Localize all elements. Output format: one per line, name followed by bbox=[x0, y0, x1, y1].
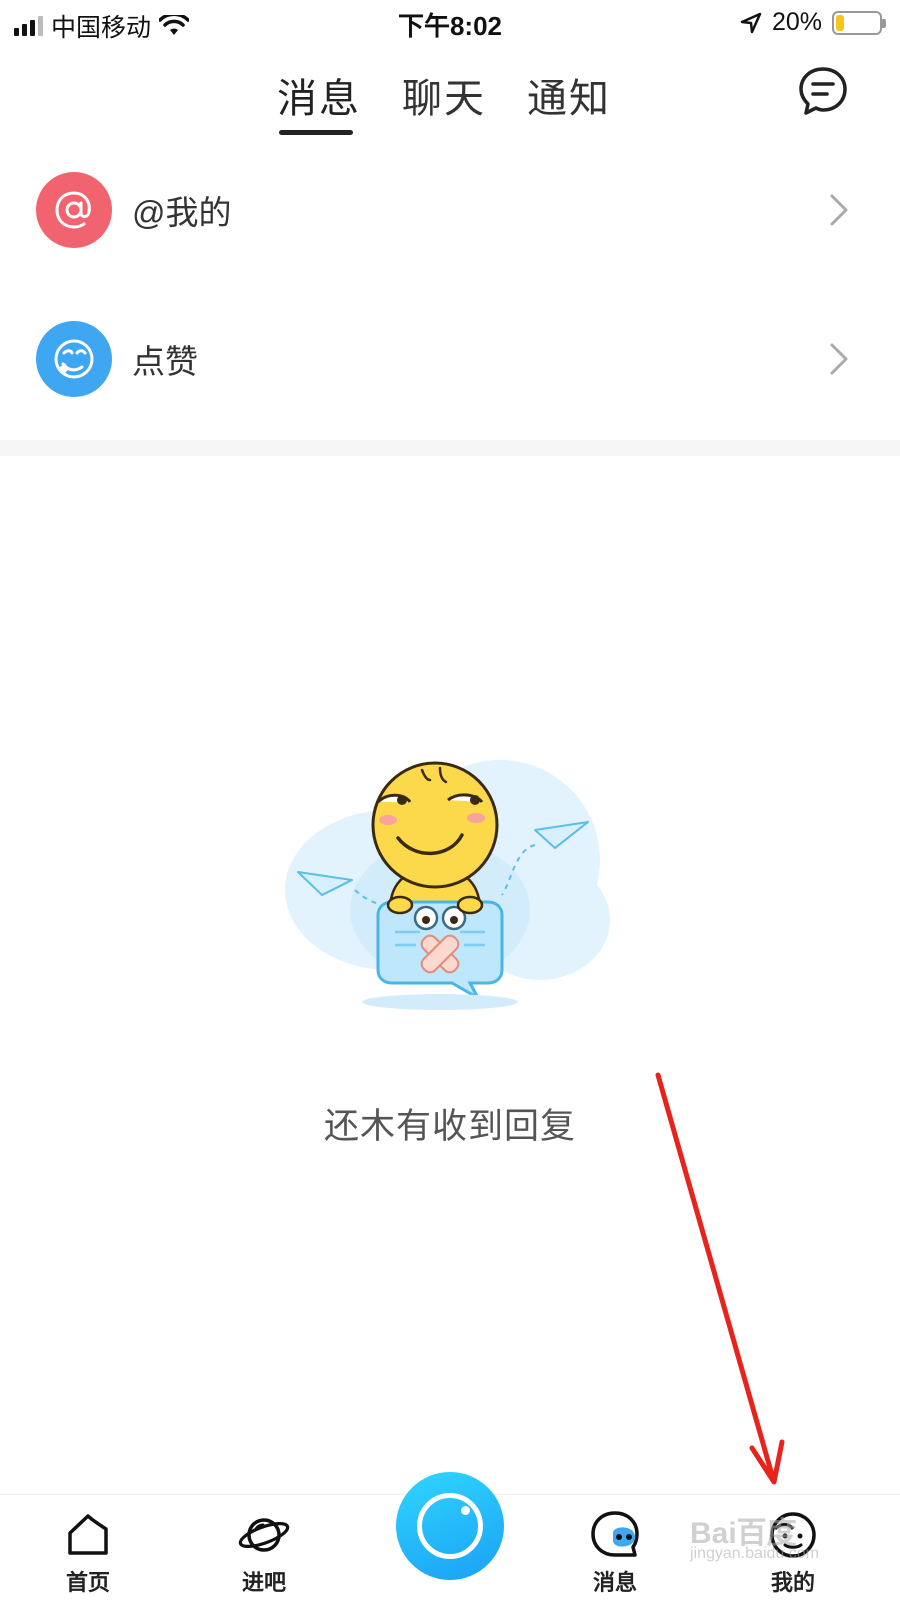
empty-state-illustration bbox=[285, 760, 610, 1010]
at-icon bbox=[36, 172, 112, 248]
section-divider bbox=[0, 440, 900, 456]
battery-icon bbox=[832, 10, 886, 35]
camera-button[interactable] bbox=[396, 1472, 504, 1580]
camera-icon bbox=[417, 1493, 483, 1559]
tab-messages[interactable]: 消息 bbox=[277, 66, 361, 124]
status-bar: 中国移动 下午8:02 20% bbox=[0, 0, 900, 48]
nav-label: 进吧 bbox=[241, 1570, 286, 1595]
status-right: 20% bbox=[740, 8, 886, 37]
nav-forum[interactable]: 进吧 bbox=[219, 1509, 309, 1597]
tab-notifications[interactable]: 通知 bbox=[527, 66, 611, 124]
home-icon bbox=[68, 1514, 108, 1555]
battery-level-fill bbox=[836, 14, 845, 31]
nav-messages[interactable]: 消息 bbox=[570, 1509, 660, 1597]
battery-percent: 20% bbox=[771, 8, 822, 36]
list-item-label: 点赞 bbox=[132, 343, 198, 380]
nav-label: 消息 bbox=[592, 1570, 637, 1595]
chevron-right-icon bbox=[830, 194, 848, 226]
chevron-right-icon bbox=[830, 343, 848, 375]
watermark-url: jingyan.baidu.com bbox=[690, 1545, 819, 1562]
like-face-icon bbox=[36, 321, 112, 397]
top-tab-bar: 消息 聊天 通知 bbox=[0, 60, 900, 140]
nav-label: 我的 bbox=[770, 1570, 815, 1595]
tab-chat[interactable]: 聊天 bbox=[402, 66, 486, 124]
list-item-likes[interactable]: 点赞 bbox=[0, 284, 900, 434]
list-item-at-me[interactable]: @我的 bbox=[0, 135, 900, 285]
empty-state-text: 还木有收到回复 bbox=[323, 1107, 576, 1146]
location-arrow-icon bbox=[740, 12, 762, 33]
nav-label: 首页 bbox=[65, 1570, 110, 1595]
compose-chat-icon[interactable] bbox=[796, 64, 850, 118]
planet-icon bbox=[238, 1518, 290, 1552]
message-face-icon bbox=[591, 1511, 639, 1557]
nav-home[interactable]: 首页 bbox=[43, 1509, 133, 1597]
list-item-label: @我的 bbox=[132, 194, 232, 231]
